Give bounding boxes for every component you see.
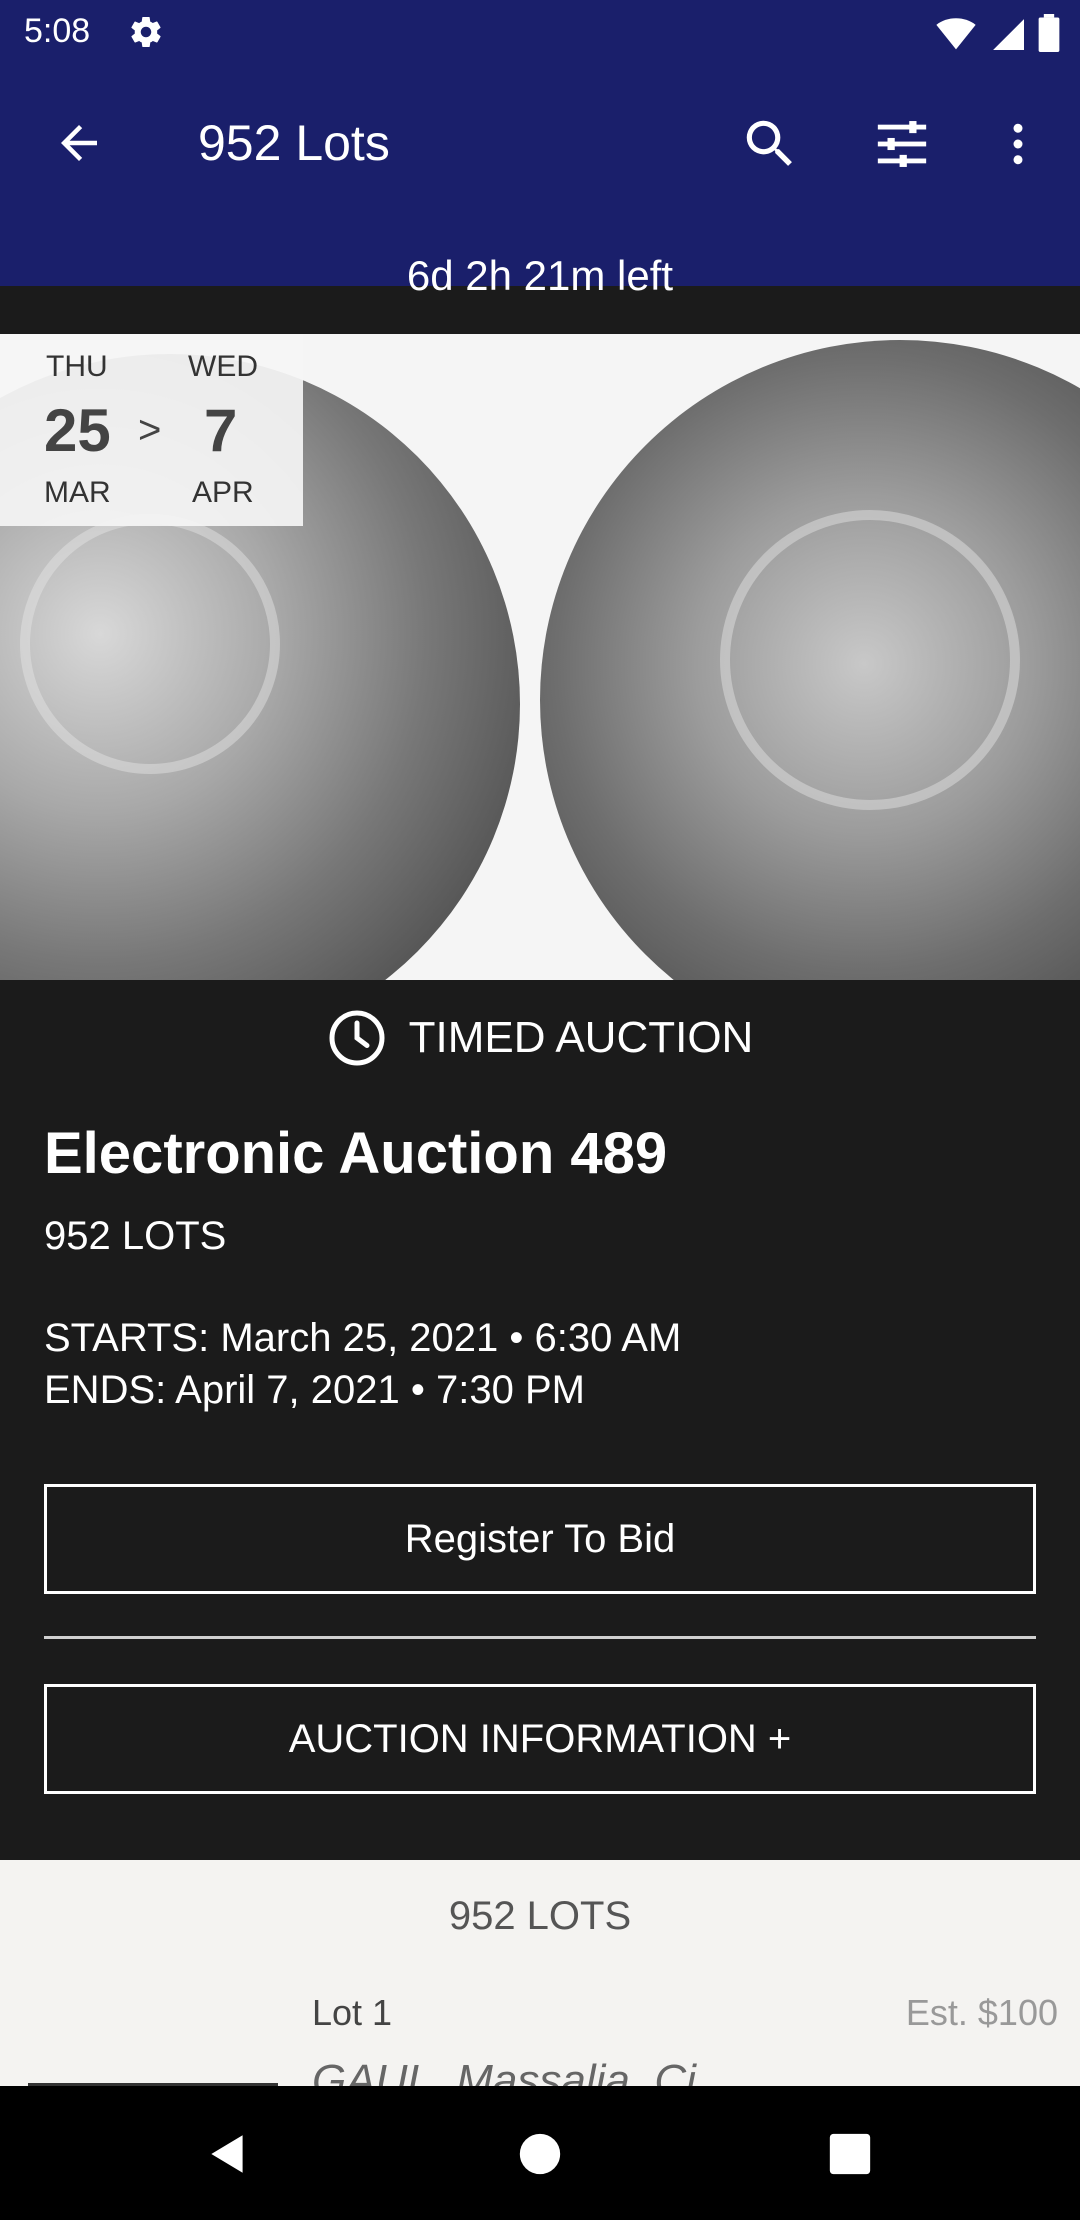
divider — [44, 1636, 1036, 1639]
start-month: MAR — [44, 476, 111, 509]
date-separator: > — [138, 408, 162, 452]
filter-button[interactable] — [868, 110, 936, 178]
end-month: APR — [192, 476, 254, 509]
auction-type-band: TIMED AUCTION — [0, 980, 1080, 1096]
lots-count: 952 LOTS — [44, 1214, 227, 1258]
lot-estimate: Est. $100 — [905, 1992, 1058, 2033]
start-day: 25 — [44, 397, 111, 464]
end-day: 7 — [204, 397, 238, 464]
status-bar: 5:08 — [0, 0, 1080, 66]
wifi-icon — [936, 18, 976, 50]
lots-list: 952 LOTS Lot 1 Est. $100 GAUL, Massalia.… — [0, 1860, 1080, 2105]
start-day-of-week: THU — [46, 350, 108, 383]
back-triangle-icon — [211, 2135, 243, 2173]
status-time: 5:08 — [24, 12, 91, 50]
nav-home-button[interactable] — [502, 2116, 578, 2192]
coin-detail-ring — [720, 510, 1020, 810]
battery-icon — [1038, 14, 1060, 52]
clock-icon — [329, 1010, 385, 1066]
more-vert-icon — [1013, 123, 1023, 165]
nav-back-button[interactable] — [190, 2116, 266, 2192]
lots-heading: 952 LOTS — [448, 1894, 632, 1938]
search-icon — [746, 120, 792, 166]
page-title: 952 Lots — [198, 115, 390, 171]
system-navigation-bar — [0, 2086, 1080, 2220]
auction-name: Electronic Auction 489 — [44, 1121, 668, 1186]
auction-info-panel: Electronic Auction 489 952 LOTS STARTS: … — [0, 1096, 1080, 1860]
auction-end-date: ENDS: April 7, 2021 • 7:30 PM — [44, 1368, 585, 1412]
recents-square-icon — [829, 2133, 871, 2175]
end-day-of-week: WED — [188, 350, 258, 383]
home-circle-icon — [519, 2133, 561, 2175]
coin-detail-ring — [20, 514, 280, 774]
cellular-signal-icon — [993, 19, 1024, 50]
auction-start-date: STARTS: March 25, 2021 • 6:30 AM — [44, 1316, 682, 1360]
register-to-bid-button[interactable]: Register To Bid — [44, 1484, 1036, 1594]
auction-information-button[interactable]: AUCTION INFORMATION + — [44, 1684, 1036, 1794]
settings-gear-icon — [131, 17, 161, 48]
app-bar: 952 Lots 6d 2h 21m left — [0, 66, 1080, 299]
date-range-box: THU 25 MAR > WED 7 APR — [0, 334, 303, 526]
back-button[interactable] — [52, 116, 106, 170]
coin-reverse-image — [540, 340, 1080, 980]
time-left: 6d 2h 21m left — [406, 252, 674, 299]
auction-hero-image[interactable]: THU 25 MAR > WED 7 APR — [0, 334, 1080, 980]
more-options-button[interactable] — [984, 110, 1052, 178]
screen: 5:08 952 Lots 6d 2h 21m left THU 25 MAR … — [0, 0, 1080, 2220]
system-icons — [936, 14, 1060, 52]
lot-number: Lot 1 — [312, 1992, 393, 2033]
nav-recents-button[interactable] — [812, 2116, 888, 2192]
filter-sliders-icon — [877, 121, 927, 167]
arrow-back-icon — [61, 125, 97, 161]
search-button[interactable] — [736, 110, 804, 178]
auction-type-label: TIMED AUCTION — [408, 1013, 754, 1062]
